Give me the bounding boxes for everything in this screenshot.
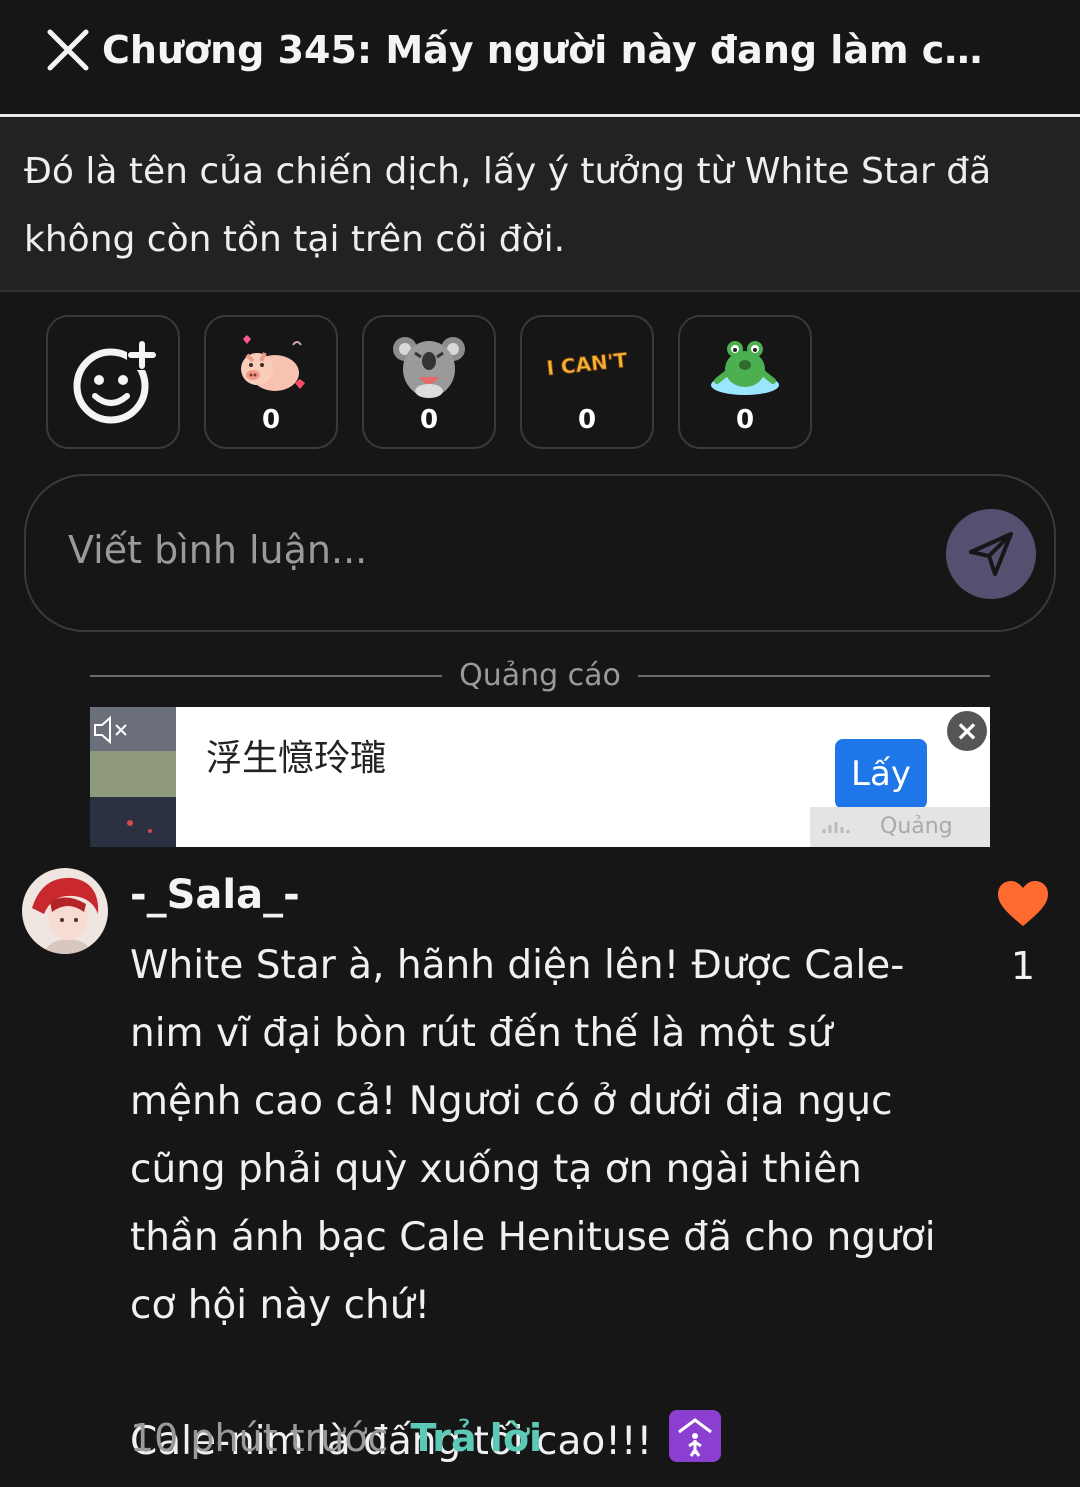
reaction-count: 0 <box>735 405 755 435</box>
ad-section-label: Quảng cáo <box>90 654 990 698</box>
close-icon[interactable] <box>44 26 92 74</box>
ad-video-thumbnail[interactable] <box>90 707 176 847</box>
koala-sticker-icon <box>393 337 465 398</box>
like-heart-icon[interactable] <box>996 880 1050 928</box>
reaction-koala[interactable]: 0 <box>362 315 496 449</box>
pig-sticker-icon <box>241 335 305 391</box>
reaction-count: 0 <box>419 405 439 435</box>
divider <box>638 675 990 677</box>
add-reaction-button[interactable] <box>46 315 180 449</box>
reply-button[interactable]: Trả lời <box>410 1416 542 1460</box>
reaction-pig[interactable]: 0 <box>204 315 338 449</box>
reaction-count: 0 <box>261 405 281 435</box>
quoted-passage: Đó là tên của chiến dịch, lấy ý tưởng từ… <box>0 118 1080 292</box>
ad-badge: Quảng cáo <box>810 807 990 847</box>
frog-sticker-icon <box>711 341 779 395</box>
like-count: 1 <box>1010 944 1036 988</box>
comment-text-paragraph: White Star à, hãnh diện lên! Được Cale-n… <box>130 943 948 1328</box>
quoted-passage-text: Đó là tên của chiến dịch, lấy ý tưởng từ… <box>24 151 992 260</box>
comment-timestamp: 10 phút trước <box>130 1416 389 1460</box>
comment-input-placeholder[interactable]: Viết bình luận... <box>68 528 367 572</box>
comment-meta: 10 phút trước Trả lời <box>130 1416 542 1460</box>
add-emoji-icon <box>73 340 157 424</box>
ad-get-button[interactable]: Lấy <box>835 739 927 809</box>
svg-text:I CAN'T: I CAN'T <box>547 348 627 380</box>
ad-badge-label: Quảng cáo <box>880 814 953 839</box>
reaction-frog[interactable]: 0 <box>678 315 812 449</box>
top-bar: Chương 345: Mấy người này đang làm cái .… <box>0 0 1080 117</box>
chapter-title: Chương 345: Mấy người này đang làm cái .… <box>102 28 1002 72</box>
comment-text: White Star à, hãnh diện lên! Được Cale-n… <box>130 932 950 1476</box>
comment-username[interactable]: -_Sala_- <box>130 872 300 918</box>
ad-close-icon[interactable]: × <box>947 711 987 751</box>
ad-app-name[interactable]: 浮生憶玲瓏 <box>206 729 386 781</box>
emoji-icon <box>668 1410 721 1462</box>
comment-item: -_Sala_- 1 White Star à, hãnh diện lên! … <box>0 866 1080 1487</box>
reaction-count: 0 <box>577 405 597 435</box>
mute-icon[interactable] <box>92 713 130 747</box>
reaction-i-cant[interactable]: I CAN'T 0 <box>520 315 654 449</box>
send-icon <box>969 532 1013 576</box>
send-button[interactable] <box>946 509 1036 599</box>
i-cant-sticker-icon: I CAN'T <box>547 347 627 380</box>
ad-banner[interactable]: 浮生憶玲瓏 Lấy × Quảng cáo <box>90 707 990 847</box>
comment-input[interactable]: Viết bình luận... <box>24 474 1056 632</box>
ad-network-icon <box>822 822 850 833</box>
avatar[interactable] <box>22 868 108 954</box>
